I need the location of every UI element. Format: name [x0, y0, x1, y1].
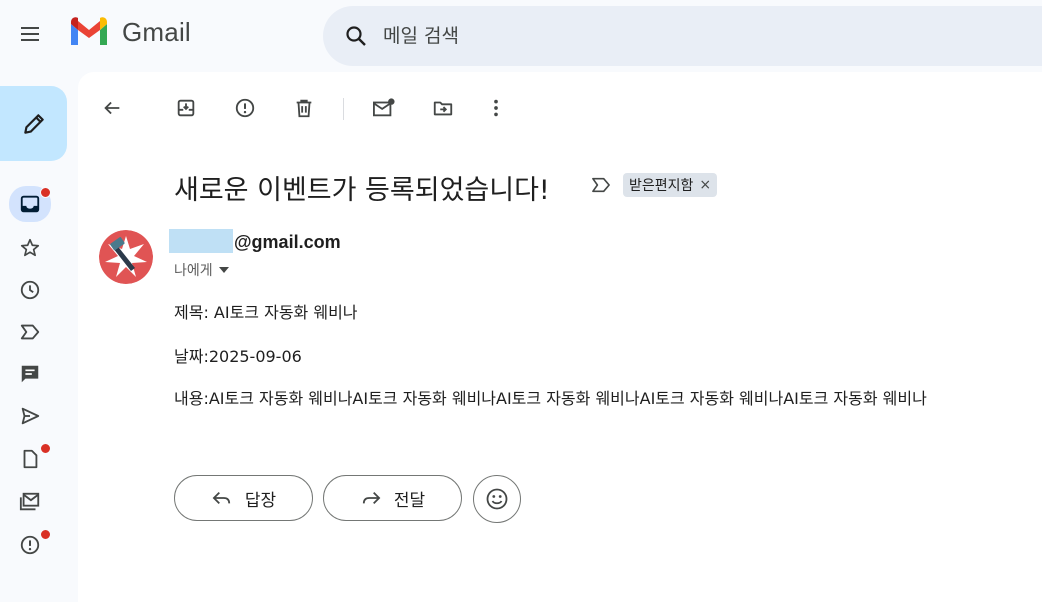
email-body-content-line: 내용:AI토크 자동화 웨비나AI토크 자동화 웨비나AI토크 자동화 웨비나A…	[174, 389, 927, 408]
sidebar-item-snoozed[interactable]	[10, 273, 50, 307]
all-mail-icon	[19, 492, 40, 511]
chevron-down-icon[interactable]	[218, 267, 229, 273]
report-spam-button[interactable]	[227, 90, 263, 126]
forward-button[interactable]: 전달	[323, 475, 462, 521]
gmail-logo[interactable]: Gmail	[68, 16, 191, 48]
star-icon	[20, 238, 40, 257]
more-options-button[interactable]	[478, 90, 514, 126]
move-to-button[interactable]	[425, 90, 461, 126]
email-subject: 새로운 이벤트가 등록되었습니다!	[174, 175, 550, 206]
sender-name-redacted	[169, 229, 233, 253]
archive-icon	[177, 99, 195, 117]
delete-icon	[296, 99, 312, 118]
sidebar-item-all-mail[interactable]	[10, 485, 50, 519]
reply-button[interactable]: 답장	[174, 475, 313, 521]
inbox-icon	[20, 195, 40, 213]
main-menu-button[interactable]	[10, 14, 50, 54]
send-icon	[21, 407, 40, 425]
forward-label: 전달	[393, 490, 426, 511]
sidebar-item-important[interactable]	[10, 315, 50, 349]
gmail-m-icon	[71, 17, 107, 45]
inbox-label-chip[interactable]: 받은편지함 ×	[623, 173, 718, 197]
drafts-badge	[40, 443, 51, 454]
delete-button[interactable]	[286, 90, 322, 126]
more-icon	[494, 99, 498, 117]
archive-button[interactable]	[168, 90, 204, 126]
smiley-face-icon	[486, 488, 508, 510]
pencil-icon	[23, 113, 44, 134]
compose-button[interactable]	[0, 86, 67, 161]
email-view: 새로운 이벤트가 등록되었습니다! 받은편지함 × @gmail.com 나에게…	[78, 72, 1042, 602]
back-button[interactable]	[94, 90, 130, 126]
sidebar-item-sent[interactable]	[10, 399, 50, 433]
avatar-illustration-icon	[99, 230, 153, 284]
inbox-badge	[40, 187, 51, 198]
hamburger-menu-icon	[21, 27, 39, 41]
mark-unread-button[interactable]	[366, 90, 402, 126]
email-body-date-line: 날짜:2025-09-06	[174, 347, 302, 366]
emoji-reaction-button[interactable]	[473, 475, 521, 523]
chat-icon	[21, 365, 39, 383]
reply-icon	[212, 491, 230, 505]
spam-icon	[20, 535, 40, 555]
label-important-icon	[592, 177, 610, 193]
label-important-icon	[20, 324, 40, 340]
top-bar: Gmail	[0, 0, 1042, 70]
label-text: 받은편지함	[629, 178, 694, 194]
spam-badge	[40, 529, 51, 540]
toolbar-divider	[343, 98, 344, 120]
sender-email: @gmail.com	[234, 232, 341, 252]
search-icon[interactable]	[343, 23, 369, 49]
recipient-details[interactable]: 나에게	[174, 260, 229, 280]
remove-label-icon[interactable]: ×	[699, 177, 711, 193]
move-to-icon	[433, 101, 453, 116]
search-input[interactable]	[381, 24, 785, 48]
recipient-label: 나에게	[174, 263, 213, 279]
report-spam-icon	[235, 98, 255, 118]
draft-icon	[23, 449, 38, 469]
mark-unread-icon	[372, 98, 395, 117]
importance-marker[interactable]	[590, 176, 612, 199]
email-body-subject-line: 제목: AI토크 자동화 웨비나	[174, 303, 358, 322]
sidebar-item-chat[interactable]	[10, 357, 50, 391]
reply-label: 답장	[244, 490, 277, 511]
back-icon	[104, 101, 120, 115]
app-name: Gmail	[122, 16, 191, 47]
sidebar-item-starred[interactable]	[10, 231, 50, 265]
clock-icon	[20, 280, 40, 300]
forward-icon	[362, 491, 381, 505]
sender-avatar[interactable]	[99, 230, 153, 284]
search-bar[interactable]	[323, 6, 1042, 66]
